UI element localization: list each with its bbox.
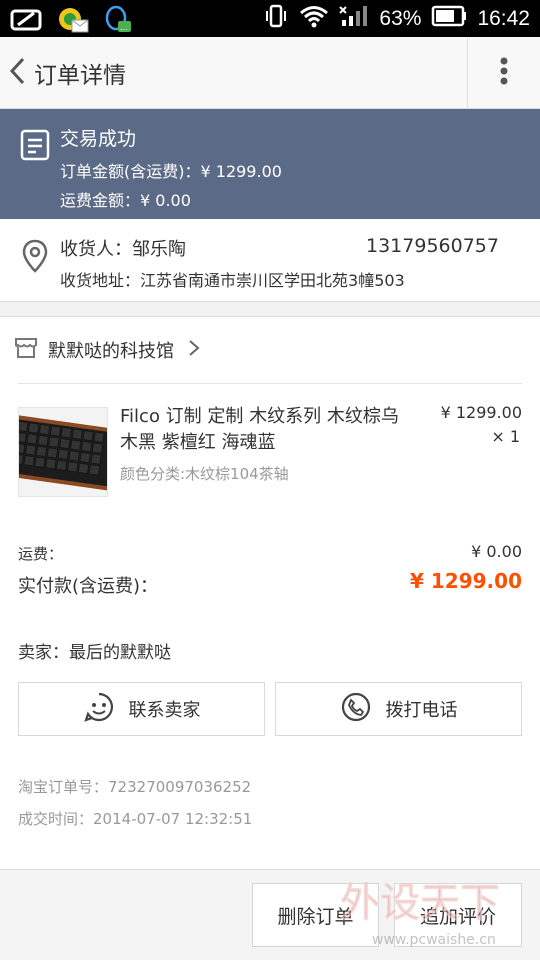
seller-label: 卖家： xyxy=(18,643,69,663)
recipient-name: 邹乐陶 xyxy=(132,239,186,260)
message-notification-icon xyxy=(56,6,90,38)
order-amount-label: 订单金额(含运费)： xyxy=(60,162,201,181)
product-sku: 颜色分类:木纹棕104茶轴 xyxy=(120,465,289,483)
back-button[interactable]: 订单详情 xyxy=(0,37,300,109)
shipping-address: 收货人：邹乐陶 13179560757 收货地址：江苏省南通市崇川区学田北苑3幢… xyxy=(0,219,540,301)
order-number-line: 淘宝订单号：723270097036252 xyxy=(18,776,251,797)
vibrate-icon xyxy=(263,4,289,33)
order-card: 默默哒的科技馆 Filco 订制 定制 木纹系列 木纹棕乌木黑 紫檀红 海魂蓝 … xyxy=(0,317,540,869)
qq-chat-icon: ... xyxy=(102,5,132,39)
store-icon xyxy=(14,337,38,363)
product-quantity: × 1 xyxy=(491,427,520,446)
shipping-fee-value: ¥ 0.00 xyxy=(471,542,522,561)
store-row[interactable]: 默默哒的科技馆 xyxy=(0,317,540,383)
call-phone-label: 拨打电话 xyxy=(385,700,458,721)
order-number-label: 淘宝订单号： xyxy=(18,778,109,796)
contact-seller-label: 联系卖家 xyxy=(128,700,201,721)
status-bar: ... 63% 16:42 xyxy=(0,0,540,37)
product-thumbnail xyxy=(18,407,108,497)
section-separator xyxy=(0,301,540,317)
svg-text:...: ... xyxy=(120,23,128,32)
order-status-banner: 交易成功 订单金额(含运费)：¥ 1299.00 运费金额：¥ 0.00 xyxy=(0,109,540,219)
product-title: Filco 订制 定制 木纹系列 木纹棕乌木黑 紫檀红 海魂蓝 xyxy=(120,406,399,453)
shipping-fee-label: 运费： xyxy=(18,545,64,563)
chat-smiley-icon xyxy=(83,691,115,728)
deal-time-value: 2014-07-07 12:32:51 xyxy=(93,810,253,828)
recipient: 收货人：邹乐陶 xyxy=(60,235,186,261)
chevron-left-icon xyxy=(8,56,28,90)
address-value: 江苏省南通市崇川区学田北苑3幢503 xyxy=(140,271,405,290)
bottom-action-bar: 删除订单 追加评价 外设天下 www.pcwaishe.cn xyxy=(0,869,540,960)
page-title: 订单详情 xyxy=(34,63,126,89)
keyboard-image xyxy=(19,408,107,496)
paid-amount-value: ¥ 1299.00 xyxy=(410,569,522,593)
store-name: 默默哒的科技馆 xyxy=(48,341,174,362)
more-vertical-icon xyxy=(499,56,509,90)
seller-name: 最后的默默哒 xyxy=(69,643,171,663)
call-phone-button[interactable]: 拨打电话 xyxy=(275,682,522,736)
battery-percent: 63% xyxy=(379,6,422,30)
order-amount-value: ¥ 1299.00 xyxy=(200,162,282,181)
deal-time-label: 成交时间： xyxy=(18,810,94,828)
more-options-button[interactable] xyxy=(467,37,540,109)
recipient-label: 收货人： xyxy=(60,239,132,260)
divider xyxy=(18,383,522,384)
order-amount-line: 订单金额(含运费)：¥ 1299.00 xyxy=(60,158,282,182)
battery-icon xyxy=(431,5,467,32)
shipping-amount-line: 运费金额：¥ 0.00 xyxy=(60,187,191,211)
location-pin-icon xyxy=(22,239,48,277)
wifi-icon xyxy=(299,4,329,33)
address-label: 收货地址： xyxy=(60,271,141,290)
order-status-title: 交易成功 xyxy=(60,128,137,150)
paid-amount-label: 实付款(含运费)： xyxy=(18,576,159,597)
address-line: 收货地址：江苏省南通市崇川区学田北苑3幢503 xyxy=(60,267,405,291)
contact-seller-button[interactable]: 联系卖家 xyxy=(18,682,265,736)
product-price: ¥ 1299.00 xyxy=(440,403,522,422)
recipient-phone: 13179560757 xyxy=(366,235,499,257)
delete-order-button[interactable]: 删除订单 xyxy=(252,883,379,947)
deal-time-line: 成交时间：2014-07-07 12:32:51 xyxy=(18,808,252,829)
screen-mirror-icon xyxy=(10,7,44,37)
add-review-button[interactable]: 追加评价 xyxy=(394,883,522,947)
order-number-value: 723270097036252 xyxy=(108,778,252,796)
clock: 16:42 xyxy=(477,6,530,30)
phone-icon xyxy=(340,691,372,728)
top-app-bar: 订单详情 xyxy=(0,37,540,109)
chevron-right-icon xyxy=(188,339,200,361)
shipping-amount-value: ¥ 0.00 xyxy=(140,191,191,210)
shipping-amount-label: 运费金额： xyxy=(60,191,141,210)
cellular-signal-icon xyxy=(339,4,369,33)
seller-line: 卖家：最后的默默哒 xyxy=(18,638,171,663)
receipt-icon xyxy=(20,129,50,165)
